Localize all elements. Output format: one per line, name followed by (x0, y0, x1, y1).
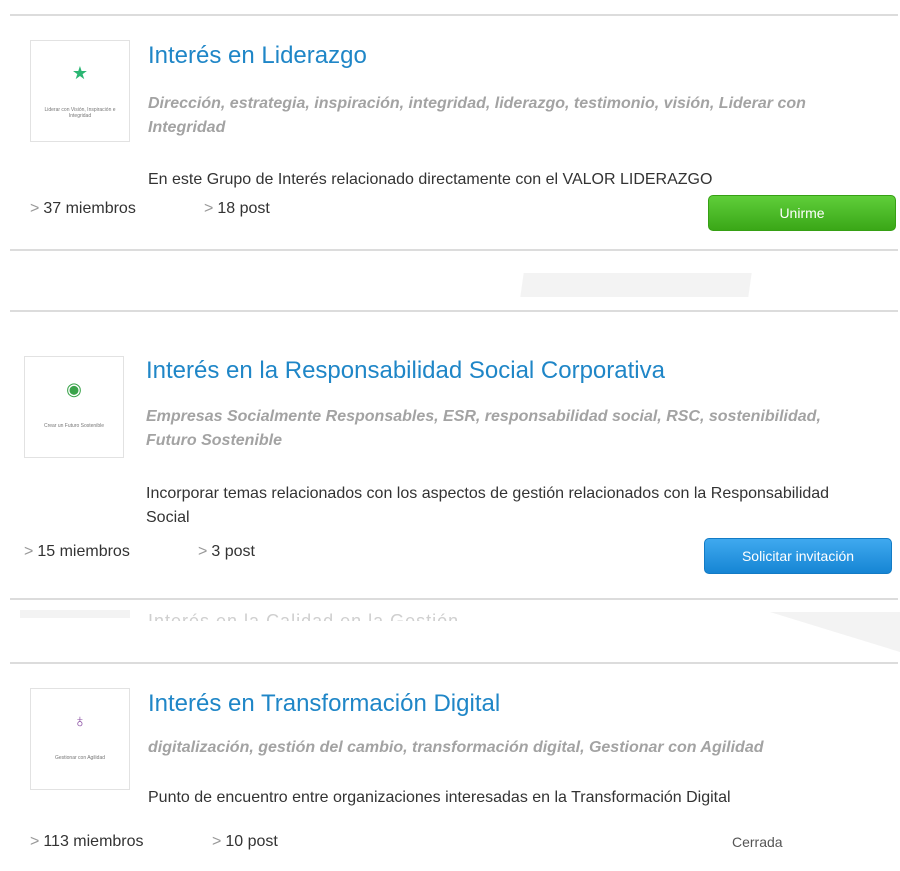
members-link[interactable]: >15 miembros (24, 543, 130, 561)
group-title[interactable]: Interés en la Responsabilidad Social Cor… (146, 357, 665, 385)
chevron-right-icon: > (212, 833, 222, 850)
posts-link[interactable]: >10 post (212, 833, 278, 851)
globe-icon: ◉ (66, 379, 82, 399)
group-tags: digitalización, gestión del cambio, tran… (148, 739, 764, 756)
posts-count: 3 post (211, 543, 255, 560)
thumbnail-caption: Gestionar con Agilidad (54, 755, 106, 761)
scroll-ghost-triangle (770, 612, 900, 652)
group-thumbnail[interactable]: ◉ Crear un Futuro Sostenible (24, 356, 124, 458)
divider (10, 14, 898, 16)
chevron-right-icon: > (198, 543, 208, 560)
partial-group-title: Interés en la Calidad en la Gestión (148, 611, 460, 621)
chevron-right-icon: > (30, 833, 40, 850)
group-title[interactable]: Interés en Liderazgo (148, 42, 367, 70)
group-tags: Empresas Socialmente Responsables, ESR, … (146, 408, 821, 449)
group-description: Punto de encuentro entre organizaciones … (148, 789, 731, 806)
posts-count: 18 post (217, 200, 270, 217)
thumbnail-caption: Liderar con Visión, Inspiración e Integr… (44, 107, 116, 119)
thumbnail-caption: Crear un Futuro Sostenible (43, 423, 105, 429)
digital-icon: ♁ (73, 711, 87, 731)
divider (10, 249, 898, 251)
members-count: 37 miembros (43, 200, 136, 217)
divider (10, 598, 898, 600)
group-thumbnail[interactable]: ★ Liderar con Visión, Inspiración e Inte… (30, 40, 130, 142)
request-invitation-button[interactable]: Solicitar invitación (704, 538, 892, 574)
group-thumbnail[interactable]: ♁ Gestionar con Agilidad (30, 688, 130, 790)
members-link[interactable]: >37 miembros (30, 200, 136, 218)
chevron-right-icon: > (30, 200, 40, 217)
group-title[interactable]: Interés en Transformación Digital (148, 690, 500, 718)
posts-link[interactable]: >18 post (204, 200, 270, 218)
members-link[interactable]: >113 miembros (30, 833, 144, 851)
divider (10, 310, 898, 312)
chevron-right-icon: > (204, 200, 214, 217)
members-count: 15 miembros (37, 543, 130, 560)
status-closed: Cerrada (732, 834, 783, 850)
posts-link[interactable]: >3 post (198, 543, 255, 561)
group-tags: Dirección, estrategia, inspiración, inte… (148, 95, 806, 136)
group-description: En este Grupo de Interés relacionado dir… (148, 171, 713, 188)
scroll-ghost (20, 610, 130, 618)
group-description: Incorporar temas relacionados con los as… (146, 485, 830, 526)
scroll-ghost (520, 273, 752, 297)
chevron-right-icon: > (24, 543, 34, 560)
join-button[interactable]: Unirme (708, 195, 896, 231)
star-icon: ★ (71, 63, 89, 83)
members-count: 113 miembros (43, 833, 144, 850)
divider (10, 662, 898, 664)
posts-count: 10 post (225, 833, 278, 850)
